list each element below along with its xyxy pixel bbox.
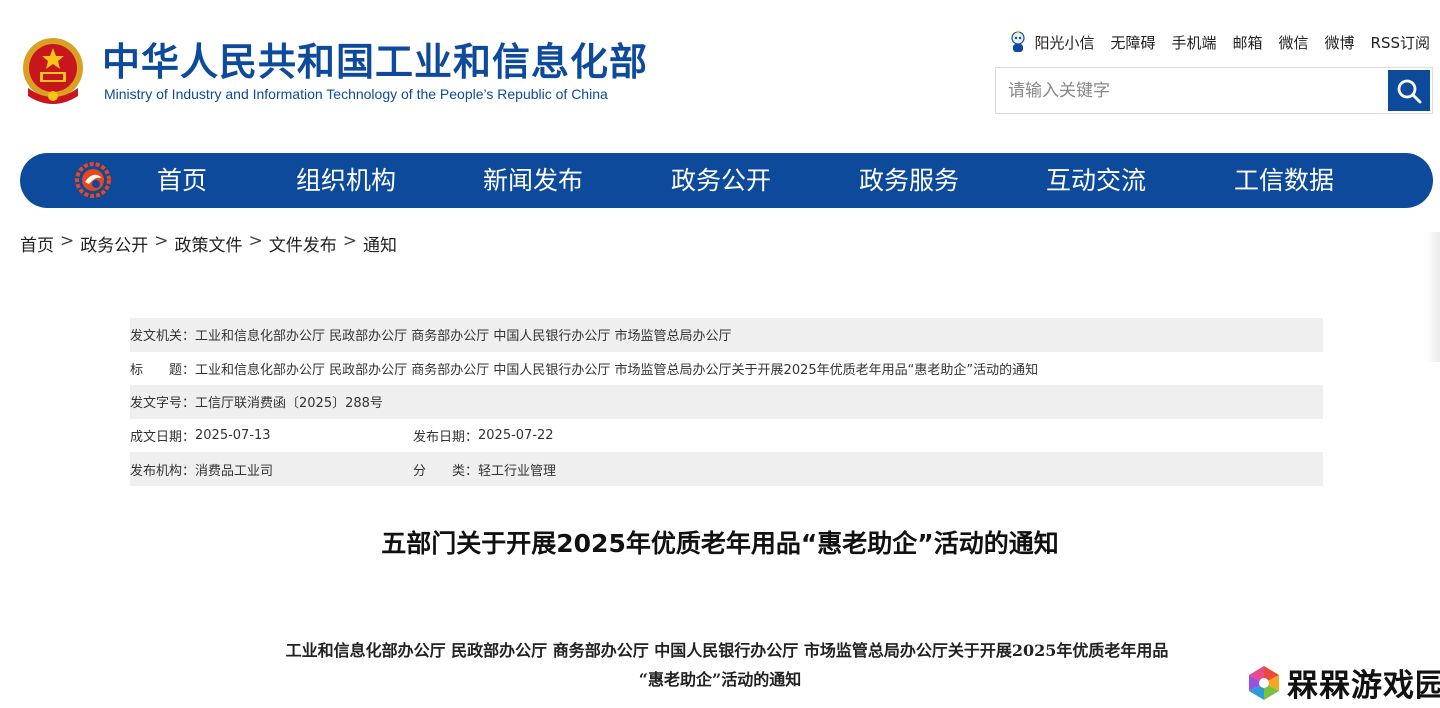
top-links-bar: 阳光小信 无障碍 手机端 邮箱 微信 微博 RSS订阅 bbox=[1008, 30, 1430, 54]
document-body-heading: 工业和信息化部办公厅 民政部办公厅 商务部办公厅 中国人民银行办公厅 市场监管总… bbox=[0, 636, 1440, 694]
meta-value-title: 工业和信息化部办公厅 民政部办公厅 商务部办公厅 中国人民银行办公厅 市场监管总… bbox=[195, 362, 1039, 378]
meta-label-title: 标 题： bbox=[130, 362, 196, 378]
meta-value-written-date: 2025-07-13 bbox=[195, 428, 271, 444]
nav-item-government-services[interactable]: 政务服务 bbox=[859, 153, 959, 208]
search-box bbox=[995, 67, 1433, 114]
miit-logo-icon bbox=[75, 162, 111, 198]
nav-item-home[interactable]: 首页 bbox=[157, 153, 207, 208]
nav-item-news[interactable]: 新闻发布 bbox=[483, 153, 583, 208]
search-button[interactable] bbox=[1388, 70, 1430, 111]
meta-value-org: 消费品工业司 bbox=[195, 463, 274, 479]
breadcrumb-separator: > bbox=[154, 231, 169, 251]
breadcrumb-policy-documents[interactable]: 政策文件 bbox=[175, 231, 243, 256]
top-link-mascot[interactable]: 阳光小信 bbox=[1008, 30, 1094, 54]
top-link-accessibility[interactable]: 无障碍 bbox=[1110, 32, 1155, 53]
meta-row-doc-number: 发文字号： 工信厅联消费函〔2025〕288号 bbox=[130, 385, 1323, 419]
watermark-text: 槑槑游戏园 bbox=[1287, 668, 1440, 704]
breadcrumb-separator: > bbox=[60, 231, 75, 251]
breadcrumb-separator: > bbox=[248, 231, 263, 251]
meta-label-doc-number: 发文字号： bbox=[130, 396, 196, 412]
meta-value-published-date: 2025-07-22 bbox=[478, 428, 554, 444]
search-input[interactable] bbox=[996, 68, 1388, 113]
document-meta-table: 发文机关： 工业和信息化部办公厅 民政部办公厅 商务部办公厅 中国人民银行办公厅… bbox=[130, 318, 1323, 486]
side-float-tab[interactable] bbox=[1426, 232, 1440, 362]
body-heading-line-1: 工业和信息化部办公厅 民政部办公厅 商务部办公厅 中国人民银行办公厅 市场监管总… bbox=[285, 641, 1169, 660]
meta-row-dates: 成文日期： 2025-07-13 发布日期： 2025-07-22 bbox=[130, 419, 1323, 453]
breadcrumb-document-release[interactable]: 文件发布 bbox=[269, 231, 337, 256]
meta-cell-published-date: 发布日期： 2025-07-22 bbox=[413, 426, 554, 445]
meta-cell-category: 分 类： 轻工行业管理 bbox=[413, 460, 556, 479]
top-link-label: 阳光小信 bbox=[1034, 33, 1095, 52]
meta-value-issuer: 工业和信息化部办公厅 民政部办公厅 商务部办公厅 中国人民银行办公厅 市场监管总… bbox=[195, 329, 732, 345]
meta-cell-written-date: 成文日期： 2025-07-13 bbox=[130, 426, 413, 445]
meta-row-org-category: 发布机构： 消费品工业司 分 类： 轻工行业管理 bbox=[130, 452, 1323, 486]
nav-item-data[interactable]: 工信数据 bbox=[1234, 153, 1334, 208]
top-link-mobile[interactable]: 手机端 bbox=[1171, 32, 1216, 53]
meta-label-written-date: 成文日期： bbox=[130, 430, 196, 446]
breadcrumb: 首页 > 政务公开 > 政策文件 > 文件发布 > 通知 bbox=[20, 231, 397, 256]
watermark: 槑槑游戏园 bbox=[1245, 660, 1440, 705]
site-title-cn: 中华人民共和国工业和信息化部 bbox=[102, 40, 649, 84]
nav-item-government-affairs[interactable]: 政务公开 bbox=[671, 153, 771, 208]
body-heading-line-2: “惠老助企”活动的通知 bbox=[638, 670, 802, 689]
breadcrumb-government-affairs[interactable]: 政务公开 bbox=[80, 231, 148, 256]
meta-label-published-date: 发布日期： bbox=[413, 430, 479, 446]
nav-item-organization[interactable]: 组织机构 bbox=[296, 153, 396, 208]
meta-row-issuer: 发文机关： 工业和信息化部办公厅 民政部办公厅 商务部办公厅 中国人民银行办公厅… bbox=[130, 318, 1323, 352]
meta-cell-org: 发布机构： 消费品工业司 bbox=[130, 460, 413, 479]
top-link-weibo[interactable]: 微博 bbox=[1325, 32, 1355, 53]
search-icon bbox=[1397, 79, 1422, 103]
top-link-rss[interactable]: RSS订阅 bbox=[1371, 32, 1430, 53]
meta-label-category: 分 类： bbox=[413, 463, 479, 479]
nav-item-interaction[interactable]: 互动交流 bbox=[1046, 153, 1146, 208]
meta-label-issuer: 发文机关： bbox=[130, 329, 196, 345]
site-title-en: Ministry of Industry and Information Tec… bbox=[104, 86, 608, 102]
watermark-logo-icon bbox=[1249, 665, 1279, 700]
main-nav: 首页 组织机构 新闻发布 政务公开 政务服务 互动交流 工信数据 bbox=[20, 153, 1433, 208]
meta-value-doc-number: 工信厅联消费函〔2025〕288号 bbox=[195, 396, 383, 412]
breadcrumb-separator: > bbox=[342, 231, 357, 251]
breadcrumb-notice[interactable]: 通知 bbox=[363, 231, 397, 256]
top-link-mail[interactable]: 邮箱 bbox=[1232, 32, 1262, 53]
meta-value-category: 轻工行业管理 bbox=[478, 463, 557, 479]
top-link-wechat[interactable]: 微信 bbox=[1279, 32, 1309, 53]
mascot-icon bbox=[1011, 30, 1026, 52]
breadcrumb-home[interactable]: 首页 bbox=[20, 231, 54, 256]
meta-label-org: 发布机构： bbox=[130, 463, 196, 479]
meta-row-title: 标 题： 工业和信息化部办公厅 民政部办公厅 商务部办公厅 中国人民银行办公厅 … bbox=[130, 352, 1323, 386]
document-title: 五部门关于开展2025年优质老年用品“惠老助企”活动的通知 bbox=[381, 529, 1059, 558]
national-emblem-icon bbox=[23, 38, 83, 104]
